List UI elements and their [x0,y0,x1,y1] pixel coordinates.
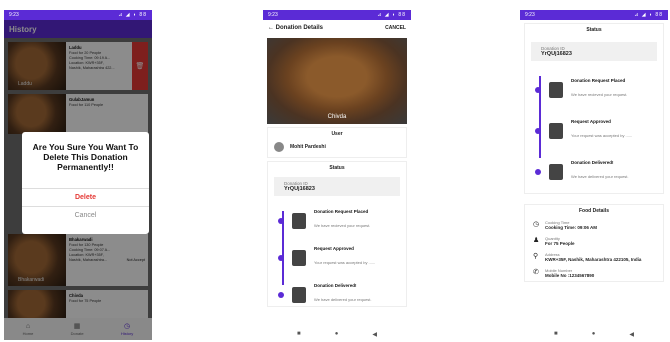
approved-icon [292,249,306,266]
back-triangle-icon[interactable]: ◀ [629,331,634,338]
donation-details-scrolled-screen: 9:23 ⊿ ◢ ◗ 88 Status Donation ID YrQUj16… [520,10,668,340]
timeline-item: Request Approved Your request was accepte… [535,119,657,142]
status-icons: ⊿ ◢ ◗ 88 [377,12,406,18]
status-section: Status Donation ID YrQUj16823 Donation R… [267,161,407,307]
delivery-icon [549,163,563,180]
detail-value: Cooking Time: 09:06 AM [545,225,598,230]
system-nav-bar: ■ ● ◀ [520,328,668,340]
cancel-button[interactable]: CANCEL [385,25,406,31]
timeline-desc: Your request was accepted by ...... [314,260,376,265]
timeline-dot [535,127,541,134]
home-circle-icon[interactable]: ● [335,331,339,337]
timeline-title: Request Approved [314,246,354,251]
user-row: Mohit Pardeshi [268,140,406,157]
section-title: Status [329,165,345,171]
recents-icon[interactable]: ■ [554,331,558,337]
timeline-desc: We have delivered your request. [314,297,372,302]
section-title: Status [586,27,602,33]
detail-value: For 75 People [545,241,575,246]
home-circle-icon[interactable]: ● [592,331,596,337]
approved-icon [549,122,563,139]
detail-row: ◷ Cooking Time Cooking Time: 09:06 AM [525,217,663,233]
section-title: User [331,131,343,137]
location-icon: ⚲ [533,253,539,260]
donation-id-box: Donation ID YrQUj16823 [531,42,657,61]
system-nav-bar: ■ ● ◀ [263,328,411,340]
donation-id-value: YrQUj16823 [284,186,315,192]
user-section: User Mohit Pardeshi [267,127,407,158]
timeline-dot [278,217,284,224]
top-bar: ← Donation Details CANCEL [263,20,411,36]
delete-confirm-dialog: Are You Sure You Want To Delete This Don… [22,132,149,234]
status-bar: 9:23 ⊿ ◢ ◗ 88 [4,10,152,20]
detail-row: ✆ Mobile Number Mobile No :1234567890 [525,265,663,281]
timeline-dot [535,168,541,175]
food-image: Chivda [267,38,407,124]
avatar [274,142,284,152]
status-time: 9:23 [525,12,535,18]
timeline-item: Donation Delivered! We have delivered you… [278,283,400,306]
timeline-dot [278,254,284,261]
phone-icon: ✆ [533,269,539,276]
timeline-title: Donation Request Placed [571,78,626,83]
document-icon [549,81,563,98]
detail-value: Mobile No :1234567890 [545,273,595,278]
food-details-section: Food Details ◷ Cooking Time Cooking Time:… [524,204,664,282]
status-section: Status Donation ID YrQUj16823 Donation R… [524,23,664,194]
person-icon: ♟ [533,237,540,244]
back-button[interactable]: ← Donation Details [268,25,323,31]
donation-id-value: YrQUj16823 [541,51,572,57]
page-title: Donation Details [275,25,324,31]
detail-row: ♟ Quantity For 75 People [525,233,663,249]
user-name: Mohit Pardeshi [290,144,326,150]
document-icon [292,212,306,229]
timeline-title: Request Approved [571,119,611,124]
status-time: 9:23 [9,12,19,18]
cancel-button[interactable]: Cancel [22,206,149,224]
timeline-desc: We have delivered your request. [571,174,629,179]
delete-button[interactable]: Delete [22,188,149,206]
status-timeline: Donation Request Placed We have recieved … [268,199,406,306]
status-time: 9:23 [268,12,278,18]
detail-value: KWR+35F, Nashik, Maharashtra 422105, Ind… [545,257,642,262]
timeline-item: Donation Request Placed We have recieved … [535,78,657,101]
timeline-desc: Your request was accepted by ...... [571,133,633,138]
dialog-message: Are You Sure You Want To Delete This Don… [32,142,139,172]
clock-icon: ◷ [533,221,540,228]
history-screen: 9:23 ⊿ ◢ ◗ 88 History Laddu Laddu Food f… [4,10,152,340]
section-title: Food Details [578,208,609,214]
timeline-dot [278,291,284,298]
back-triangle-icon[interactable]: ◀ [372,331,377,338]
detail-row: ⚲ Address KWR+35F, Nashik, Maharashtra 42… [525,249,663,265]
delivery-icon [292,286,306,303]
status-timeline: Donation Request Placed We have recieved … [525,64,663,193]
status-bar: 9:23 ⊿ ◢ ◗ 88 [520,10,668,20]
timeline-title: Donation Request Placed [314,209,369,214]
timeline-title: Donation Delivered! [571,160,614,165]
status-icons: ⊿ ◢ ◗ 88 [634,12,663,18]
donation-id-box: Donation ID YrQUj16823 [274,177,400,196]
status-bar: 9:23 ⊿ ◢ ◗ 88 [263,10,411,20]
donation-details-screen: 9:23 ⊿ ◢ ◗ 88 ← Donation Details CANCEL … [263,10,411,340]
timeline-item: Donation Delivered! We have delivered you… [535,160,657,183]
timeline-item: Request Approved Your request was accepte… [278,246,400,269]
back-arrow-icon: ← [268,25,274,31]
status-icons: ⊿ ◢ ◗ 88 [118,12,147,18]
timeline-desc: We have recieved your request. [571,92,628,97]
timeline-title: Donation Delivered! [314,283,357,288]
timeline-dot [535,86,541,93]
timeline-item: Donation Request Placed We have recieved … [278,209,400,232]
recents-icon[interactable]: ■ [297,331,301,337]
food-label: Chivda [327,114,347,120]
timeline-desc: We have recieved your request. [314,223,371,228]
